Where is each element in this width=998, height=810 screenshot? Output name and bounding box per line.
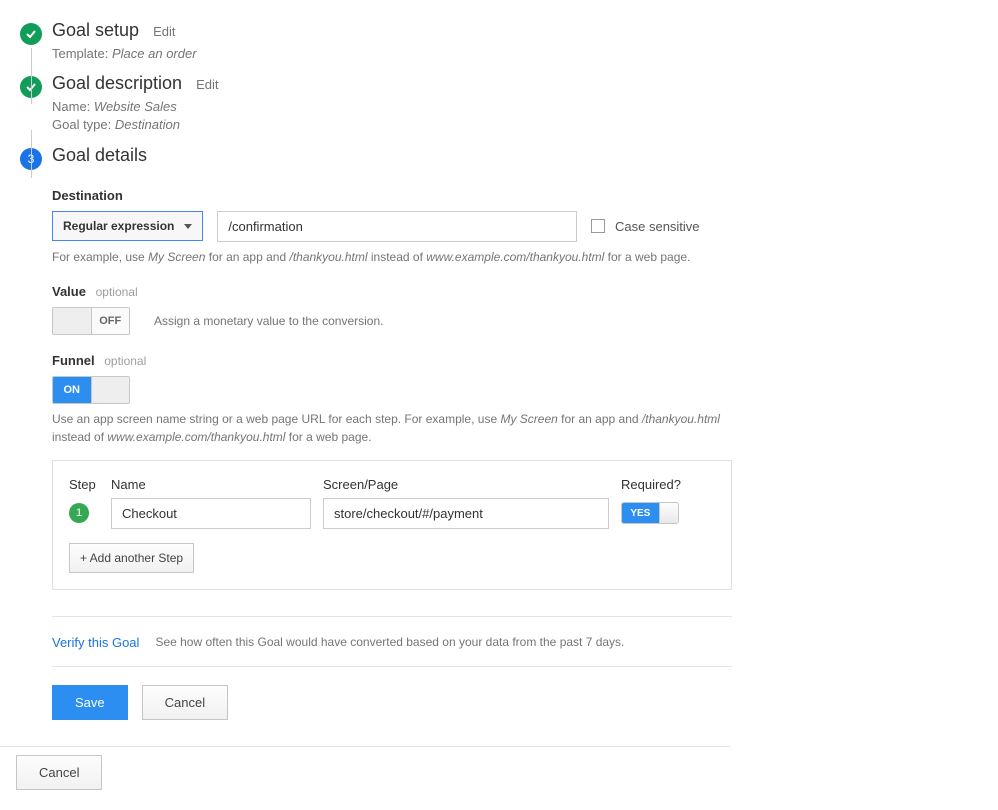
goal-details-body: Destination Regular expression Case sens… <box>52 188 732 720</box>
toggle-off-label: OFF <box>92 308 130 334</box>
funnel-name-input[interactable] <box>111 498 311 529</box>
add-step-button[interactable]: + Add another Step <box>69 543 194 573</box>
footer-divider <box>0 746 730 747</box>
caret-down-icon <box>184 224 192 229</box>
template-label: Template: <box>52 46 108 61</box>
toggle-knob <box>659 503 678 523</box>
step-connector <box>31 48 32 104</box>
step-subtitle: Template: Place an order <box>52 45 197 63</box>
name-value: Website Sales <box>94 99 177 114</box>
footer-cancel-button[interactable]: Cancel <box>16 755 102 790</box>
toggle-knob <box>91 377 130 403</box>
type-value: Destination <box>115 117 180 132</box>
col-required-header: Required? <box>621 477 701 492</box>
check-badge <box>20 23 42 45</box>
match-type-value: Regular expression <box>63 219 174 233</box>
value-desc: Assign a monetary value to the conversio… <box>154 314 383 328</box>
divider <box>52 666 732 667</box>
funnel-required-toggle[interactable]: YES <box>621 502 679 524</box>
verify-row: Verify this Goal See how often this Goal… <box>52 635 732 650</box>
edit-link[interactable]: Edit <box>196 77 218 92</box>
step-title: Goal details <box>52 145 147 166</box>
value-row: OFF Assign a monetary value to the conve… <box>52 307 732 335</box>
col-screen-header: Screen/Page <box>323 477 621 492</box>
step-subtitle: Name: Website Sales Goal type: Destinati… <box>52 98 218 134</box>
template-value: Place an order <box>112 46 197 61</box>
cancel-button[interactable]: Cancel <box>142 685 228 720</box>
toggle-yes-label: YES <box>622 503 659 523</box>
optional-label: optional <box>104 354 146 368</box>
funnel-help: Use an app screen name string or a web p… <box>52 410 732 446</box>
funnel-label: Funnel optional <box>52 353 732 368</box>
destination-label: Destination <box>52 188 732 203</box>
funnel-screen-input[interactable] <box>323 498 609 529</box>
step-description: Goal description Edit Name: Website Sale… <box>20 73 978 134</box>
case-sensitive-label: Case sensitive <box>615 219 700 234</box>
funnel-toggle[interactable]: ON <box>52 376 130 404</box>
col-step-header: Step <box>69 477 111 492</box>
goal-wizard: Goal setup Edit Template: Place an order… <box>20 20 978 170</box>
value-toggle[interactable]: OFF <box>52 307 130 335</box>
funnel-step-number: 1 <box>69 503 89 523</box>
match-type-select[interactable]: Regular expression <box>52 211 203 241</box>
col-name-header: Name <box>111 477 323 492</box>
case-sensitive-checkbox[interactable] <box>591 219 605 233</box>
check-icon <box>25 28 37 40</box>
optional-label: optional <box>96 285 138 299</box>
value-label: Value optional <box>52 284 732 299</box>
divider <box>52 616 732 617</box>
step-title: Goal setup <box>52 20 139 41</box>
type-label: Goal type: <box>52 117 111 132</box>
destination-input[interactable] <box>217 211 577 242</box>
verify-goal-link[interactable]: Verify this Goal <box>52 635 139 650</box>
edit-link[interactable]: Edit <box>153 24 175 39</box>
funnel-header-row: Step Name Screen/Page Required? <box>69 477 715 492</box>
destination-row: Regular expression Case sensitive <box>52 211 732 242</box>
funnel-steps-box: Step Name Screen/Page Required? 1 YES + … <box>52 460 732 590</box>
save-button[interactable]: Save <box>52 685 128 720</box>
form-buttons: Save Cancel <box>52 685 732 720</box>
toggle-knob <box>53 308 92 334</box>
step-setup: Goal setup Edit Template: Place an order <box>20 20 978 63</box>
name-label: Name: <box>52 99 90 114</box>
step-connector <box>31 130 32 178</box>
funnel-step-row: 1 YES <box>69 498 715 529</box>
destination-help: For example, use My Screen for an app an… <box>52 248 732 266</box>
case-sensitive-wrapper[interactable]: Case sensitive <box>591 219 699 234</box>
step-details: 3 Goal details <box>20 145 978 170</box>
verify-desc: See how often this Goal would have conve… <box>155 635 624 649</box>
toggle-on-label: ON <box>53 377 91 403</box>
step-title: Goal description <box>52 73 182 94</box>
